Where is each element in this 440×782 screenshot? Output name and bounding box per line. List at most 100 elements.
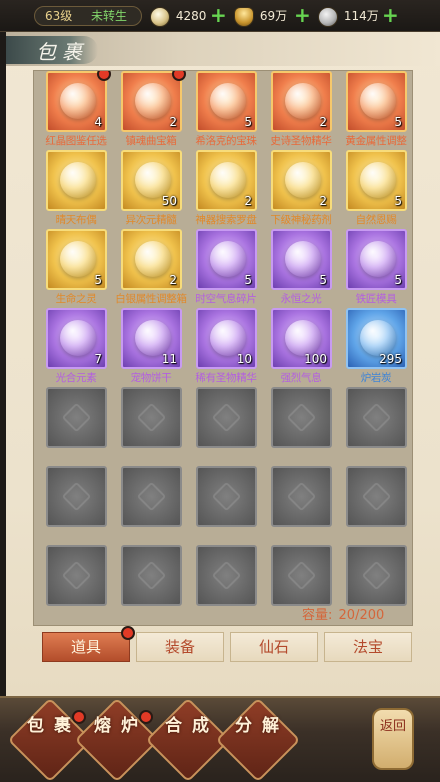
add-copper-button[interactable]: + xyxy=(382,5,399,25)
nav-button-label: 合成 xyxy=(165,716,219,736)
currency-silver: 4280 + xyxy=(150,5,227,27)
inventory-slot[interactable]: 5 xyxy=(346,71,407,132)
item-icon xyxy=(285,241,321,277)
empty-slot-ornament xyxy=(61,560,92,591)
empty-slot-ornament xyxy=(61,481,92,512)
inventory-tabs: 道具 装备 仙石 法宝 xyxy=(38,626,414,664)
empty-slot[interactable] xyxy=(346,387,407,448)
item-name: 宠物饼干 xyxy=(130,372,172,384)
item-name: 希洛克的宝珠 xyxy=(195,135,257,147)
notification-dot xyxy=(72,710,86,724)
nav-button-4[interactable] xyxy=(215,697,301,782)
tab-label: 道具 xyxy=(70,638,101,656)
add-silver-button[interactable]: + xyxy=(210,5,227,25)
empty-slot[interactable] xyxy=(346,545,407,606)
item-icon xyxy=(285,162,321,198)
item-icon xyxy=(60,241,96,277)
empty-slot[interactable] xyxy=(271,387,332,448)
empty-slot-ornament xyxy=(61,402,92,433)
inventory-grid: 4 红晶图鉴任选 2 镇魂曲宝箱 5 希洛克的宝珠 2 史诗圣物精华 5 黄金属性调整 晴天布偶 50… xyxy=(33,70,413,626)
item-count: 5 xyxy=(394,273,402,287)
tab-4[interactable]: 法宝 xyxy=(324,632,412,662)
empty-slot[interactable] xyxy=(46,387,107,448)
item-count: 5 xyxy=(319,273,327,287)
inventory-slot[interactable]: 2 xyxy=(271,150,332,211)
item-icon xyxy=(210,162,246,198)
empty-slot[interactable] xyxy=(346,466,407,527)
inventory-panel: 包裹 4 红晶图鉴任选 2 镇魂曲宝箱 5 希洛克的宝珠 2 史诗圣物精华 5 黄金属性调整 晴天布… xyxy=(6,32,440,696)
item-name: 铁匠模具 xyxy=(355,293,397,305)
empty-slot-ornament xyxy=(211,402,242,433)
inventory-slot[interactable]: 5 xyxy=(46,229,107,290)
empty-slot-ornament xyxy=(361,481,392,512)
notification-dot xyxy=(172,71,186,81)
inventory-slot[interactable]: 50 xyxy=(121,150,182,211)
item-icon xyxy=(210,83,246,119)
empty-slot-ornament xyxy=(211,560,242,591)
inventory-slot[interactable] xyxy=(46,150,107,211)
tab-label: 装备 xyxy=(164,638,195,656)
tab-3[interactable]: 仙石 xyxy=(230,632,318,662)
player-level-pill: 63级 未转生 xyxy=(34,6,142,26)
item-count: 5 xyxy=(244,115,252,129)
empty-slot[interactable] xyxy=(46,545,107,606)
inventory-slot[interactable]: 2 xyxy=(121,229,182,290)
tab-1[interactable]: 道具 xyxy=(42,626,135,662)
item-count: 2 xyxy=(169,273,177,287)
item-name: 异次元精髓 xyxy=(125,214,177,226)
tab-2[interactable]: 装备 xyxy=(136,632,224,662)
notification-dot xyxy=(97,71,111,81)
player-level: 63级 xyxy=(45,9,73,23)
back-button-label: 返回 xyxy=(379,719,406,734)
item-count: 2 xyxy=(169,115,177,129)
item-icon xyxy=(60,83,96,119)
currency-copper-value: 114万 xyxy=(343,9,379,23)
empty-slot[interactable] xyxy=(121,545,182,606)
item-name: 炉岩炭 xyxy=(360,372,392,384)
inventory-slot[interactable]: 100 xyxy=(271,308,332,369)
empty-slot[interactable] xyxy=(271,545,332,606)
item-icon xyxy=(135,320,171,356)
panel-title: 包裹 xyxy=(36,40,88,64)
inventory-slot[interactable]: 295 xyxy=(346,308,407,369)
empty-slot[interactable] xyxy=(196,545,257,606)
empty-slot[interactable] xyxy=(121,466,182,527)
item-name: 晴天布偶 xyxy=(55,214,97,226)
item-icon xyxy=(360,162,396,198)
inventory-slot[interactable]: 5 xyxy=(271,229,332,290)
inventory-slot[interactable]: 10 xyxy=(196,308,257,369)
inventory-slot[interactable]: 5 xyxy=(196,229,257,290)
item-name: 神器搜索罗盘 xyxy=(195,214,257,226)
add-gold-button[interactable]: + xyxy=(294,5,311,25)
empty-slot[interactable] xyxy=(196,387,257,448)
item-count: 2 xyxy=(319,194,327,208)
copper-coin-icon xyxy=(318,6,338,27)
empty-slot[interactable] xyxy=(271,466,332,527)
item-icon xyxy=(360,241,396,277)
empty-slot[interactable] xyxy=(196,466,257,527)
item-count: 4 xyxy=(94,115,102,129)
item-name: 镇魂曲宝箱 xyxy=(125,135,177,147)
inventory-slot[interactable]: 2 xyxy=(121,71,186,132)
inventory-slot[interactable]: 5 xyxy=(196,71,257,132)
item-count: 5 xyxy=(94,273,102,287)
item-count: 295 xyxy=(379,352,402,366)
inventory-slot[interactable]: 11 xyxy=(121,308,182,369)
inventory-slot[interactable]: 5 xyxy=(346,150,407,211)
empty-slot[interactable] xyxy=(121,387,182,448)
empty-slot-ornament xyxy=(136,402,167,433)
item-count: 100 xyxy=(304,352,327,366)
capacity-display: 容量: 20/200 xyxy=(300,604,384,623)
inventory-slot[interactable]: 2 xyxy=(196,150,257,211)
inventory-slot[interactable]: 4 xyxy=(46,71,111,132)
inventory-slot[interactable]: 2 xyxy=(271,71,332,132)
inventory-slot[interactable]: 5 xyxy=(346,229,407,290)
item-name: 生命之灵 xyxy=(55,293,97,305)
tab-label: 仙石 xyxy=(258,638,289,656)
inventory-slot[interactable]: 7 xyxy=(46,308,107,369)
empty-slot-ornament xyxy=(136,481,167,512)
item-name: 史诗圣物精华 xyxy=(270,135,332,147)
empty-slot[interactable] xyxy=(46,466,107,527)
gold-ingot-icon xyxy=(234,6,254,27)
item-count: 5 xyxy=(394,194,402,208)
